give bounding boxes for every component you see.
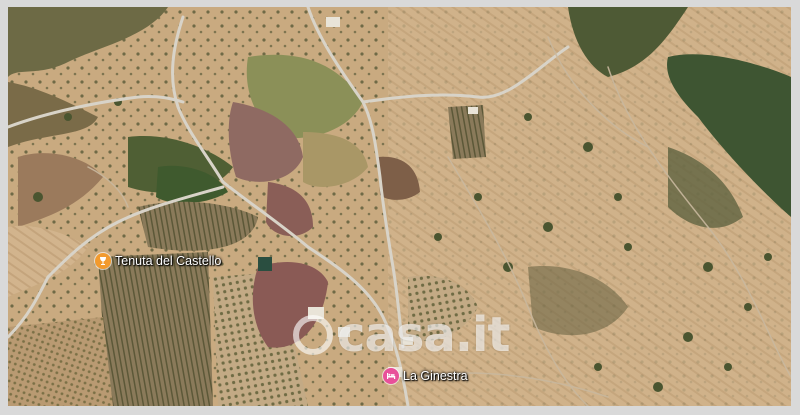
poi-label: Tenuta del Castello bbox=[115, 254, 222, 268]
casa-it-logo-icon bbox=[293, 315, 333, 355]
poi-label: La Ginestra bbox=[403, 369, 468, 383]
watermark-text: casa.it bbox=[337, 307, 510, 363]
hotel-bed-icon bbox=[383, 368, 399, 384]
poi-la-ginestra[interactable]: La Ginestra bbox=[383, 368, 468, 384]
casa-it-watermark: casa.it bbox=[293, 307, 510, 363]
wine-glass-icon bbox=[95, 253, 111, 269]
map-view[interactable]: Tenuta del Castello La Ginestra casa.it bbox=[8, 7, 791, 406]
poi-tenuta-del-castello[interactable]: Tenuta del Castello bbox=[95, 253, 221, 269]
